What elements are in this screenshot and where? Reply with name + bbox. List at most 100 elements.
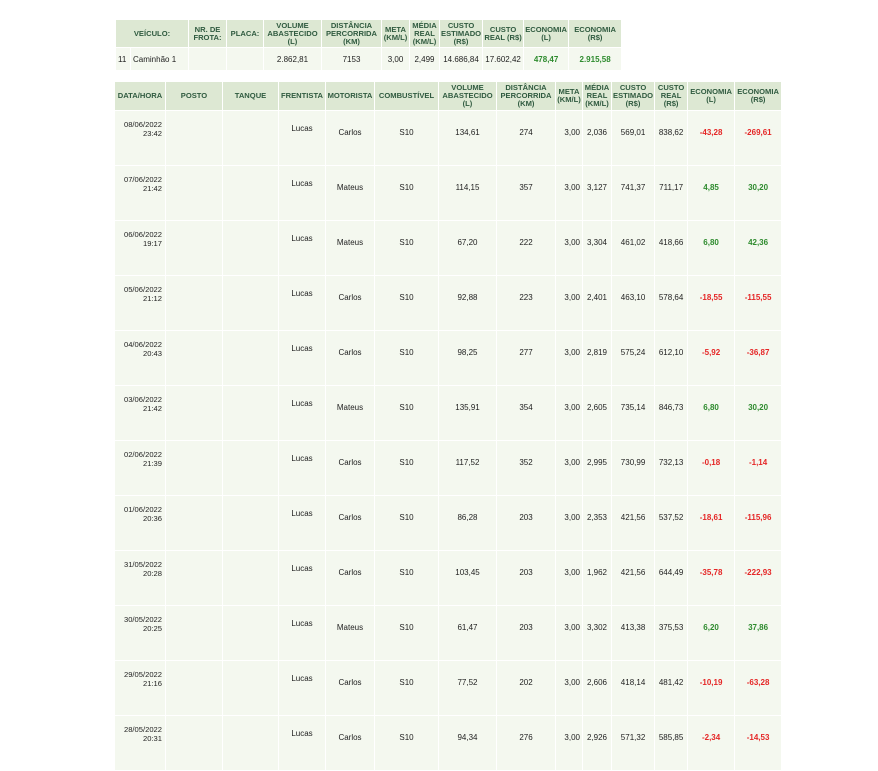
economia-rs-cell: 37,86: [734, 605, 783, 661]
date-text: 04/06/2022: [123, 340, 162, 349]
date-time-cell: 01/06/2022 20:36: [114, 495, 166, 551]
economia-l-cell: -10,19: [687, 660, 736, 716]
meta-cell: 3,00: [555, 330, 583, 386]
motorista-cell: Carlos: [325, 550, 375, 606]
media-cell: 2,926: [582, 715, 612, 771]
economia-rs-cell: 30,20: [734, 165, 783, 221]
custo-estimado-cell: 421,56: [610, 550, 656, 606]
combustivel-cell: S10: [374, 605, 439, 661]
posto-cell: [165, 715, 223, 771]
table-row: 31/05/2022 20:28 Lucas Carlos S10 103,45 203 3,…: [114, 550, 783, 606]
combustivel-cell: S10: [374, 385, 439, 441]
frentista-cell: Lucas: [278, 330, 326, 386]
combustivel-cell: S10: [374, 220, 439, 276]
custo-estimado-cell: 730,99: [610, 440, 656, 496]
economia-l-cell: -0,18: [687, 440, 736, 496]
summary-header-row: VEÍCULO: NR. DE FROTA: PLACA: VOLUME ABA…: [115, 19, 623, 48]
media-cell: 3,304: [582, 220, 612, 276]
table-row: 03/06/2022 21:42 Lucas Mateus S10 135,91 354 3,…: [114, 385, 783, 441]
motorista-cell: Mateus: [325, 385, 375, 441]
combustivel-cell: S10: [374, 275, 439, 331]
table-row: 29/05/2022 21:16 Lucas Carlos S10 77,52 202 3,0…: [114, 660, 783, 716]
posto-cell: [165, 165, 223, 221]
custo-estimado-total: 14.686,84: [438, 47, 484, 71]
custo-real-cell: 578,64: [654, 275, 689, 331]
table-row: 01/06/2022 20:36 Lucas Carlos S10 86,28 203 3,0…: [114, 495, 783, 551]
col-custo-real: CUSTO REAL (R$): [654, 81, 689, 111]
custo-estimado-cell: 463,10: [610, 275, 656, 331]
table-row: 06/06/2022 19:17 Lucas Mateus S10 67,20 222 3,0…: [114, 220, 783, 276]
volume-cell: 103,45: [438, 550, 497, 606]
distancia-cell: 352: [496, 440, 556, 496]
header-economia-rs: ECONOMIA (R$): [568, 19, 623, 48]
date-text: 07/06/2022: [123, 175, 162, 184]
custo-real-cell: 481,42: [654, 660, 689, 716]
custo-real-cell: 418,66: [654, 220, 689, 276]
header-media: MÉDIA REAL (KM/L): [409, 19, 440, 48]
col-combustivel: COMBUSTÍVEL: [374, 81, 439, 111]
custo-estimado-cell: 571,32: [610, 715, 656, 771]
media-cell: 1,962: [582, 550, 612, 606]
date-time-cell: 05/06/2022 21:12: [114, 275, 166, 331]
time-text: 20:36: [142, 514, 162, 523]
economia-l-cell: -43,28: [687, 110, 736, 166]
time-text: 23:42: [142, 129, 162, 138]
frentista-cell: Lucas: [278, 495, 326, 551]
vehicle-name: Caminhão 1: [130, 47, 189, 71]
media-cell: 2,819: [582, 330, 612, 386]
distancia-cell: 357: [496, 165, 556, 221]
motorista-cell: Carlos: [325, 330, 375, 386]
motorista-cell: Mateus: [325, 605, 375, 661]
tanque-cell: [222, 715, 279, 771]
header-meta: META (KM/L): [381, 19, 410, 48]
tanque-cell: [222, 605, 279, 661]
media-cell: 3,127: [582, 165, 612, 221]
volume-cell: 61,47: [438, 605, 497, 661]
custo-estimado-cell: 575,24: [610, 330, 656, 386]
media-cell: 2,036: [582, 110, 612, 166]
volume-cell: 117,52: [438, 440, 497, 496]
tanque-cell: [222, 495, 279, 551]
time-text: 21:12: [142, 294, 162, 303]
distancia-cell: 277: [496, 330, 556, 386]
volume-cell: 135,91: [438, 385, 497, 441]
economia-rs-cell: -1,14: [734, 440, 783, 496]
col-economia-rs: ECONOMIA (R$): [734, 81, 783, 111]
economia-rs-cell: 42,36: [734, 220, 783, 276]
tanque-cell: [222, 660, 279, 716]
combustivel-cell: S10: [374, 715, 439, 771]
date-time-cell: 02/06/2022 21:39: [114, 440, 166, 496]
custo-estimado-cell: 461,02: [610, 220, 656, 276]
custo-real-cell: 375,53: [654, 605, 689, 661]
motorista-cell: Carlos: [325, 660, 375, 716]
date-text: 31/05/2022: [123, 560, 162, 569]
combustivel-cell: S10: [374, 110, 439, 166]
custo-estimado-cell: 569,01: [610, 110, 656, 166]
combustivel-cell: S10: [374, 660, 439, 716]
economia-rs-cell: -222,93: [734, 550, 783, 606]
col-custo-estimado: CUSTO ESTIMADO (R$): [610, 81, 656, 111]
volume-cell: 94,34: [438, 715, 497, 771]
date-time-cell: 30/05/2022 20:25: [114, 605, 166, 661]
custo-real-cell: 612,10: [654, 330, 689, 386]
posto-cell: [165, 385, 223, 441]
col-tanque: TANQUE: [222, 81, 279, 111]
time-text: 21:42: [142, 184, 162, 193]
posto-cell: [165, 660, 223, 716]
header-placa: PLACA:: [226, 19, 264, 48]
time-text: 20:28: [142, 569, 162, 578]
table-row: 05/06/2022 21:12 Lucas Carlos S10 92,88 223 3,0…: [114, 275, 783, 331]
col-distancia: DISTÂNCIA PERCORRIDA (KM): [496, 81, 556, 111]
economia-l-cell: 6,20: [687, 605, 736, 661]
summary-table: VEÍCULO: NR. DE FROTA: PLACA: VOLUME ABA…: [115, 19, 623, 71]
col-economia-l: ECONOMIA (L): [687, 81, 736, 111]
time-text: 21:42: [142, 404, 162, 413]
custo-real-cell: 846,73: [654, 385, 689, 441]
economia-l-total: 478,47: [523, 47, 570, 71]
combustivel-cell: S10: [374, 550, 439, 606]
header-custo-estimado: CUSTO ESTIMADO (R$): [438, 19, 484, 48]
motorista-cell: Carlos: [325, 440, 375, 496]
meta-value: 3,00: [381, 47, 410, 71]
posto-cell: [165, 550, 223, 606]
economia-l-cell: -18,61: [687, 495, 736, 551]
